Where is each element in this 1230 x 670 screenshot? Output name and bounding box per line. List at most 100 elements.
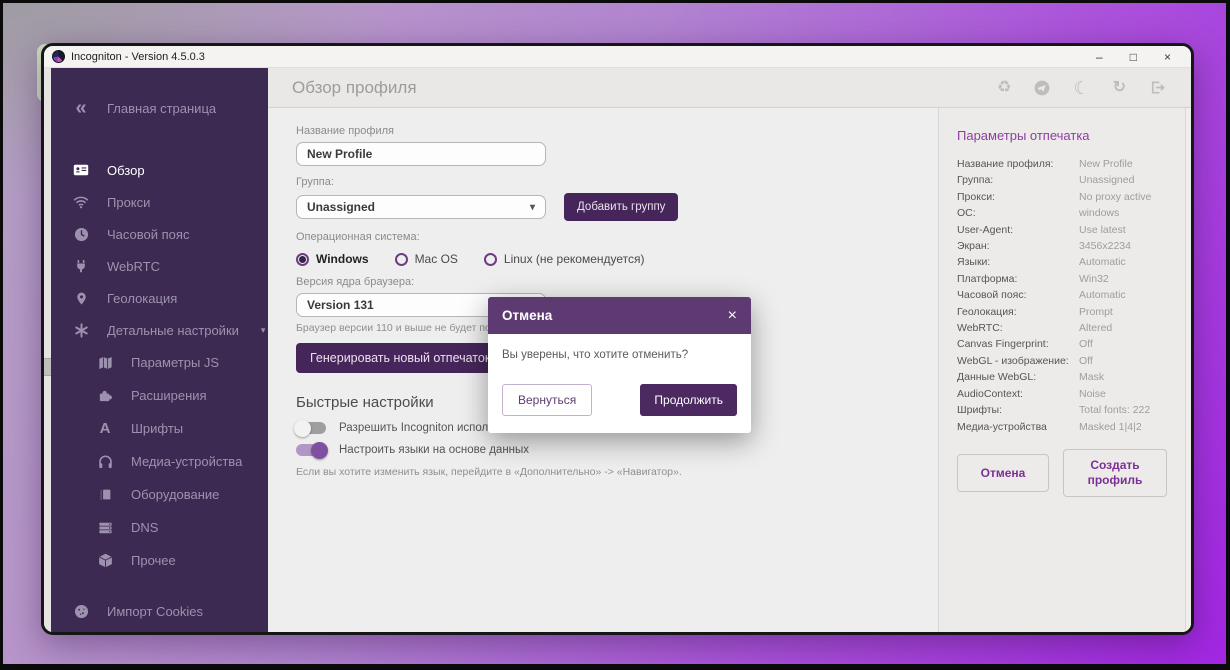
cancel-confirmation-dialog: Отмена × Вы уверены, что хотите отменить… bbox=[488, 297, 751, 433]
sidebar-item-home[interactable]: « Главная страница bbox=[51, 92, 268, 124]
fingerprint-key: Название профиля: bbox=[957, 156, 1079, 172]
allow-incogniton-toggle[interactable] bbox=[296, 422, 326, 434]
group-label: Группа: bbox=[296, 176, 918, 188]
desktop-background: Incogniton - Version 4.5.0.3 – □ × « Гла… bbox=[3, 3, 1226, 664]
sidebar-item-label: Детальные настройки bbox=[107, 323, 239, 338]
toggle-label: Настроить языки на основе данных bbox=[339, 444, 529, 456]
left-scroll-handle[interactable] bbox=[44, 358, 51, 376]
fingerprint-key: AudioContext: bbox=[957, 386, 1079, 402]
browser-version-value: Version 131 bbox=[307, 298, 374, 312]
sidebar-item-hardware[interactable]: Оборудование bbox=[51, 478, 268, 511]
sidebar-item-detailed-settings[interactable]: Детальные настройки ▾ bbox=[51, 314, 268, 346]
fingerprint-row: Геолокация: Prompt bbox=[957, 304, 1167, 320]
fingerprint-value: Masked 1|4|2 bbox=[1079, 419, 1142, 435]
group-select[interactable]: Unassigned ▾ bbox=[296, 195, 546, 219]
sidebar: « Главная страница Обзор Прокси bbox=[51, 68, 268, 632]
cookie-icon bbox=[71, 604, 91, 619]
sidebar-item-js-parameters[interactable]: Параметры JS bbox=[51, 346, 268, 379]
sidebar-item-other[interactable]: Прочее bbox=[51, 544, 268, 577]
id-card-icon bbox=[71, 162, 91, 178]
sidebar-item-label: Шрифты bbox=[131, 421, 183, 436]
maximize-button[interactable]: □ bbox=[1130, 51, 1137, 63]
sidebar-item-fonts[interactable]: A Шрифты bbox=[51, 412, 268, 445]
fingerprint-row: Медиа-устройства Masked 1|4|2 bbox=[957, 419, 1167, 435]
fingerprint-row: Название профиля: New Profile bbox=[957, 156, 1167, 172]
incogniton-logo-icon bbox=[52, 50, 65, 63]
fingerprint-value: Noise bbox=[1079, 386, 1106, 402]
sidebar-item-label: Прокси bbox=[107, 195, 150, 210]
recycle-icon[interactable]: ♻ bbox=[997, 80, 1011, 96]
window-controls: – □ × bbox=[1096, 51, 1181, 63]
radio-macos[interactable]: Mac OS bbox=[395, 252, 458, 266]
sidebar-item-geolocation[interactable]: Геолокация bbox=[51, 282, 268, 314]
fingerprint-key: ОС: bbox=[957, 205, 1079, 221]
close-icon[interactable]: × bbox=[728, 307, 737, 325]
languages-toggle[interactable] bbox=[296, 444, 326, 456]
fingerprint-value: Win32 bbox=[1079, 271, 1109, 287]
fingerprint-row: Экран: 3456x2234 bbox=[957, 238, 1167, 254]
radio-unchecked-icon bbox=[484, 253, 497, 266]
collapse-sidebar-icon[interactable]: « bbox=[71, 98, 91, 118]
left-scroll-strip[interactable] bbox=[44, 68, 51, 632]
fingerprint-value: Total fonts: 222 bbox=[1079, 402, 1150, 418]
close-button[interactable]: × bbox=[1164, 51, 1171, 63]
fingerprint-key: Медиа-устройства bbox=[957, 419, 1079, 435]
telegram-icon[interactable] bbox=[1034, 80, 1050, 96]
sidebar-item-label: Часовой пояс bbox=[107, 227, 189, 242]
add-group-button[interactable]: Добавить группу bbox=[564, 193, 678, 221]
page-header: Обзор профиля ♻ ☾ ↻ bbox=[268, 68, 1191, 108]
fingerprint-key: Часовой пояс: bbox=[957, 287, 1079, 303]
dark-mode-moon-icon[interactable]: ☾ bbox=[1073, 79, 1089, 97]
fingerprint-key: Геолокация: bbox=[957, 304, 1079, 320]
radio-linux[interactable]: Linux (не рекомендуется) bbox=[484, 252, 645, 266]
os-radio-group: Windows Mac OS Linux (не рекомендуется) bbox=[296, 252, 918, 266]
sidebar-item-webrtc[interactable]: WebRTC bbox=[51, 250, 268, 282]
wifi-icon bbox=[71, 194, 91, 210]
group-select-value: Unassigned bbox=[307, 200, 375, 214]
fingerprint-key: User-Agent: bbox=[957, 222, 1079, 238]
radio-checked-icon bbox=[296, 253, 309, 266]
map-icon bbox=[95, 356, 115, 370]
fingerprint-key: Шрифты: bbox=[957, 402, 1079, 418]
fingerprint-row: Группа: Unassigned bbox=[957, 172, 1167, 188]
sidebar-item-timezone[interactable]: Часовой пояс bbox=[51, 218, 268, 250]
dialog-continue-button[interactable]: Продолжить bbox=[640, 384, 737, 416]
fingerprint-key: Группа: bbox=[957, 172, 1079, 188]
fingerprint-key: WebRTC: bbox=[957, 320, 1079, 336]
logout-icon[interactable] bbox=[1149, 80, 1165, 95]
sidebar-item-extensions[interactable]: Расширения bbox=[51, 379, 268, 412]
dialog-header: Отмена × bbox=[488, 297, 751, 334]
fingerprint-row: ОС: windows bbox=[957, 205, 1167, 221]
sidebar-item-media-devices[interactable]: Медиа-устройства bbox=[51, 445, 268, 478]
sidebar-item-label: Импорт Cookies bbox=[107, 604, 203, 619]
asterisk-icon bbox=[71, 323, 91, 338]
fingerprint-row: AudioContext: Noise bbox=[957, 386, 1167, 402]
sidebar-item-proxy[interactable]: Прокси bbox=[51, 186, 268, 218]
profile-name-input[interactable]: New Profile bbox=[296, 142, 546, 166]
create-profile-button[interactable]: Создать профиль bbox=[1063, 449, 1167, 497]
sidebar-item-import-cookies[interactable]: Импорт Cookies bbox=[51, 595, 268, 627]
sidebar-item-dns[interactable]: DNS bbox=[51, 511, 268, 544]
fingerprint-key: Прокси: bbox=[957, 189, 1079, 205]
sidebar-item-label: WebRTC bbox=[107, 259, 160, 274]
fingerprint-value: windows bbox=[1079, 205, 1119, 221]
minimize-button[interactable]: – bbox=[1096, 51, 1103, 63]
fingerprint-value: Off bbox=[1079, 353, 1093, 369]
cube-icon bbox=[95, 553, 115, 568]
sidebar-item-label: Главная страница bbox=[107, 101, 216, 116]
generate-fingerprint-button[interactable]: Генерировать новый отпечаток bbox=[296, 343, 504, 373]
sidebar-item-overview[interactable]: Обзор bbox=[51, 154, 268, 186]
radio-windows[interactable]: Windows bbox=[296, 252, 369, 266]
page-title: Обзор профиля bbox=[292, 78, 417, 98]
fingerprint-key: Экран: bbox=[957, 238, 1079, 254]
fingerprint-value: Off bbox=[1079, 336, 1093, 352]
fingerprint-row: WebGL - изображение: Off bbox=[957, 353, 1167, 369]
headphones-icon bbox=[95, 454, 115, 469]
server-icon bbox=[95, 521, 115, 535]
cancel-profile-button[interactable]: Отмена bbox=[957, 454, 1049, 492]
refresh-icon[interactable]: ↻ bbox=[1113, 80, 1126, 96]
fingerprint-title: Параметры отпечатка bbox=[957, 128, 1167, 143]
dialog-back-button[interactable]: Вернуться bbox=[502, 384, 592, 416]
puzzle-icon bbox=[95, 388, 115, 403]
sidebar-spacer bbox=[51, 124, 268, 154]
